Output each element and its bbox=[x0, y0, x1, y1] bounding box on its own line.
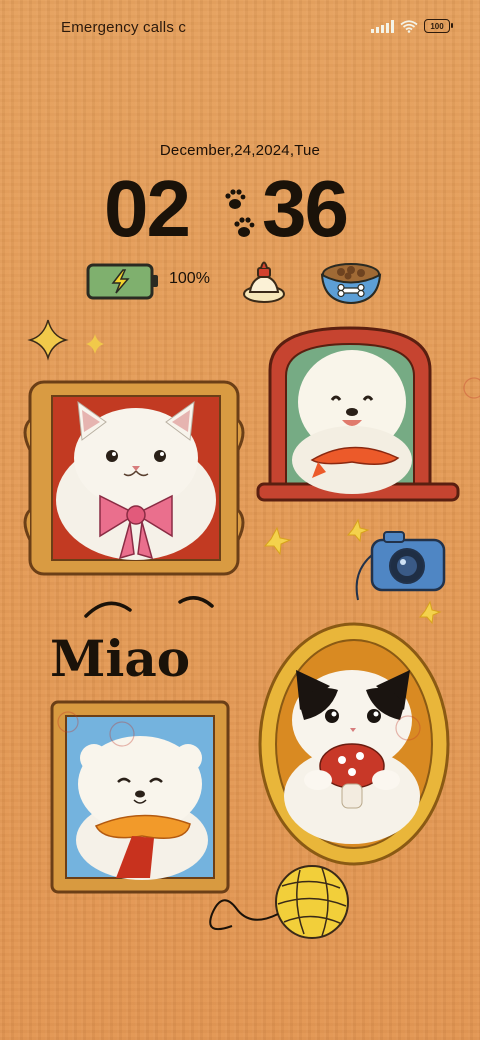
status-icons: 100 bbox=[371, 19, 453, 33]
camera-icon bbox=[355, 531, 446, 601]
yarn-ball-icon bbox=[209, 865, 349, 939]
bear-portrait bbox=[50, 700, 230, 894]
status-bar: Emergency calls c 100 bbox=[0, 0, 480, 56]
battery-icon: 100 bbox=[424, 19, 453, 33]
food-bowl-icon bbox=[320, 263, 382, 305]
dog-portrait bbox=[256, 326, 460, 502]
battery-percent-text: 100% bbox=[169, 270, 210, 287]
clock-hours: 02 bbox=[104, 164, 191, 253]
battery-widget-icon bbox=[86, 263, 158, 300]
clock-minutes: 36 bbox=[262, 164, 349, 253]
sparkle-icon bbox=[27, 319, 104, 361]
cat-portrait bbox=[23, 380, 245, 576]
emergency-calls-text: Emergency calls c bbox=[61, 19, 187, 36]
lockscreen-clock: 02 36 bbox=[0, 166, 480, 252]
calico-cat-portrait bbox=[258, 622, 450, 866]
wallpaper-artwork: Miao bbox=[23, 319, 480, 939]
battery-level-text: 100 bbox=[430, 21, 444, 31]
bottle-icon bbox=[243, 261, 285, 303]
lockscreen-date: December,24,2024,Tue bbox=[159, 142, 321, 159]
miao-title: Miao bbox=[50, 596, 214, 688]
miao-title-text: Miao bbox=[50, 629, 190, 688]
signal-icon bbox=[371, 19, 394, 33]
wifi-icon bbox=[400, 19, 418, 33]
paw-separator-icon bbox=[225, 189, 255, 237]
